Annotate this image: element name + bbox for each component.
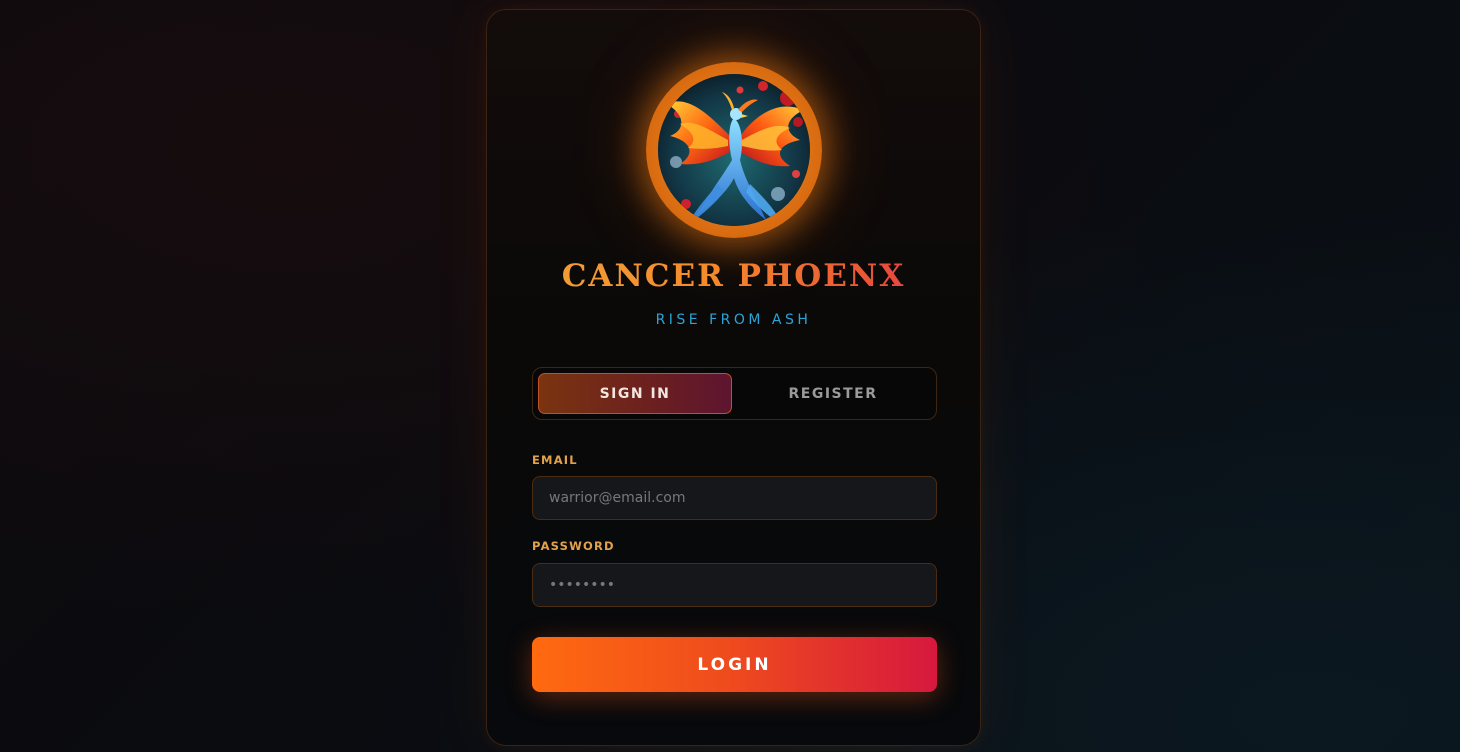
login-button[interactable]: LOGIN: [532, 637, 937, 692]
app-tagline: RISE FROM ASH: [655, 312, 812, 328]
tab-sign-in[interactable]: SIGN IN: [538, 373, 732, 414]
email-field[interactable]: [532, 476, 937, 520]
login-card: CANCER PHOENX RISE FROM ASH SIGN IN REGI…: [486, 9, 981, 746]
email-label: EMAIL: [532, 453, 578, 467]
password-field[interactable]: [532, 563, 937, 607]
logo-ring: [646, 62, 822, 238]
password-label: PASSWORD: [532, 539, 615, 553]
phoenix-emblem-icon: [658, 74, 810, 226]
app-title: CANCER PHOENX: [487, 254, 980, 298]
tab-register[interactable]: REGISTER: [736, 373, 930, 414]
auth-tabs: SIGN IN REGISTER: [532, 367, 937, 420]
